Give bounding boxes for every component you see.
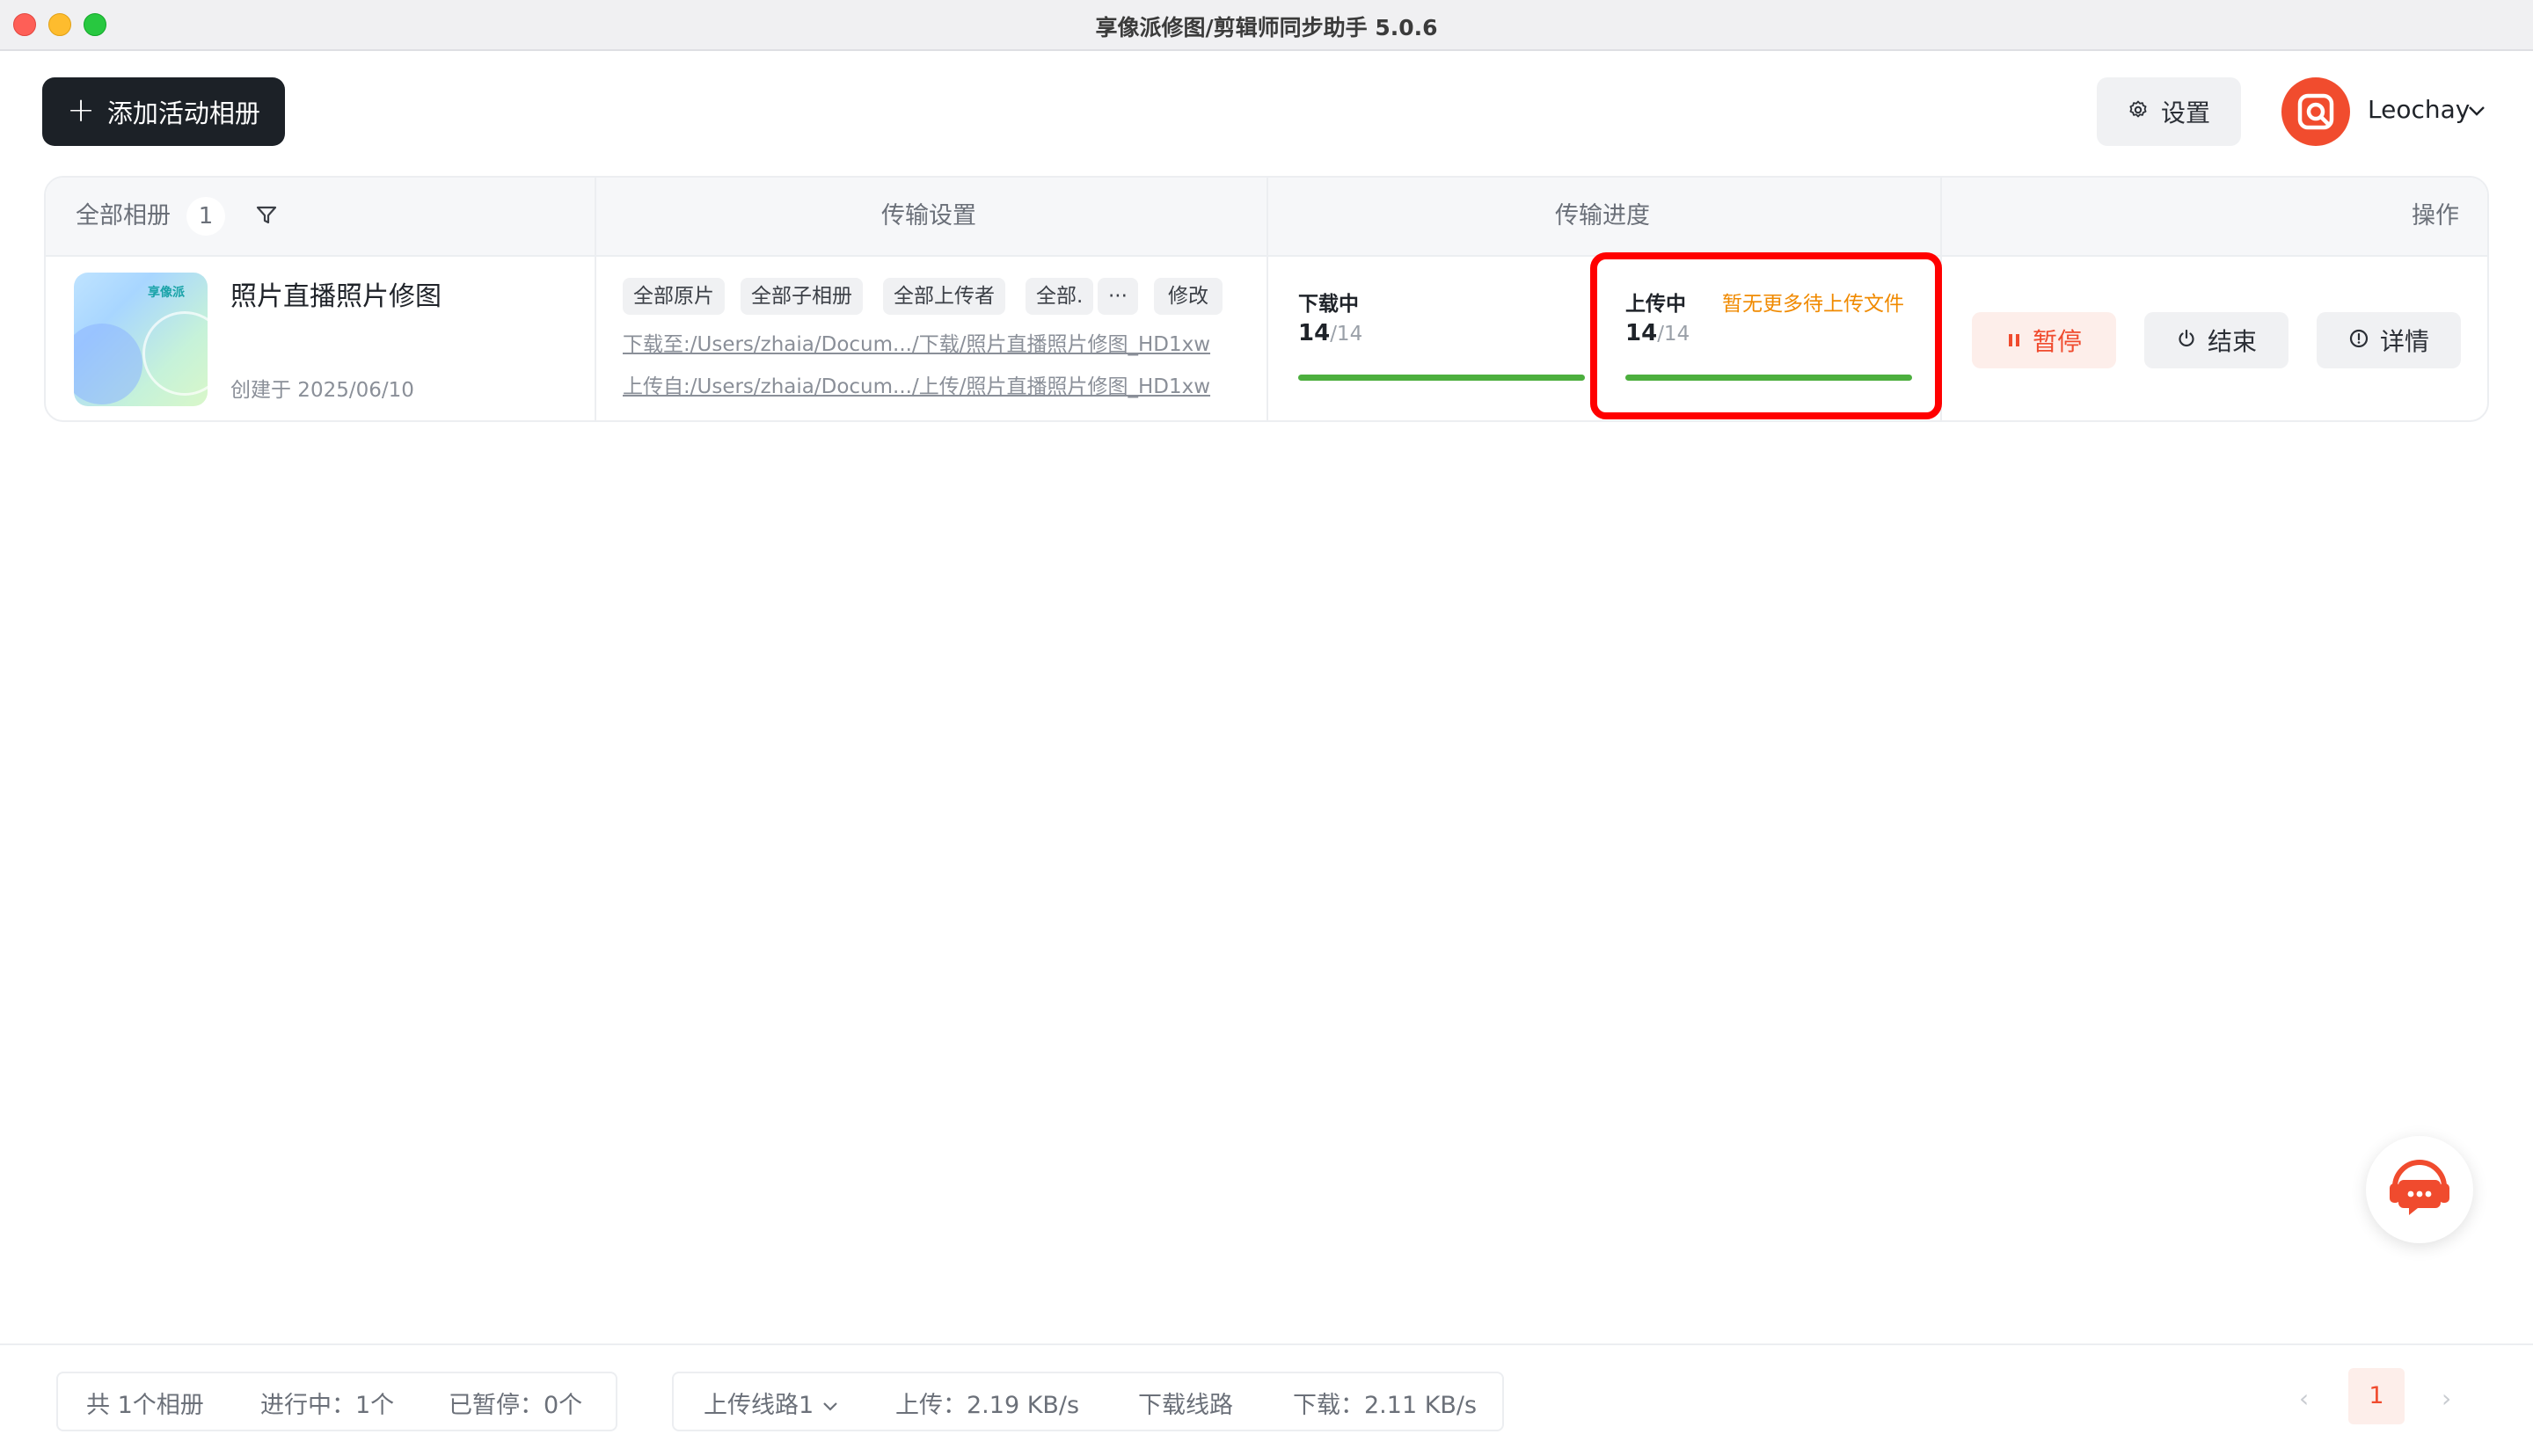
thumbnail-brand: 享像派: [148, 286, 185, 300]
settings-label: 设置: [2160, 98, 2210, 127]
download-progress-bar: [1298, 375, 1585, 381]
info-icon: [2348, 326, 2369, 355]
avatar[interactable]: [2281, 77, 2350, 146]
gear-icon: [2128, 98, 2149, 127]
total-albums: 共 1个相册: [86, 1392, 204, 1419]
download-route-select[interactable]: 下载线路: [1138, 1386, 1233, 1420]
tag-more[interactable]: ···: [1098, 278, 1138, 315]
download-speed: 下载：2.11 KB/s: [1293, 1392, 1478, 1419]
album-thumbnail[interactable]: 享像派: [74, 273, 208, 406]
support-chat-icon: [2386, 1157, 2453, 1222]
column-divider: [595, 178, 596, 420]
column-transfer-progress: 传输进度: [1555, 202, 1650, 229]
pause-button[interactable]: 暂停: [1972, 312, 2116, 368]
column-divider: [1940, 178, 1942, 420]
footer-divider: [0, 1343, 2533, 1345]
upload-progress-fill: [1625, 375, 1912, 381]
end-label: 结束: [2207, 327, 2257, 356]
edit-button[interactable]: 修改: [1154, 278, 1223, 315]
upload-progress-bar: [1625, 375, 1912, 381]
pause-icon: [2006, 326, 2022, 355]
username[interactable]: Leochay: [2368, 95, 2470, 124]
upload-note: 暂无更多待上传文件: [1722, 293, 1904, 316]
next-page-button[interactable]: ›: [2442, 1384, 2451, 1413]
support-chat-button[interactable]: [2366, 1136, 2473, 1243]
upload-route-label: 上传线路1: [704, 1392, 814, 1419]
download-status: 下载中: [1298, 293, 1359, 316]
upload-speed: 上传：2.19 KB/s: [895, 1392, 1080, 1419]
download-count: 14/14: [1298, 320, 1362, 346]
column-transfer-settings: 传输设置: [881, 202, 976, 229]
window-title: 享像派修图/剪辑师同步助手 5.0.6: [1095, 15, 1438, 40]
chevron-down-icon: [823, 1402, 837, 1411]
add-album-button[interactable]: + 添加活动相册: [42, 77, 285, 146]
chevron-down-icon[interactable]: [2468, 104, 2486, 120]
detail-button[interactable]: 详情: [2317, 312, 2461, 368]
upload-done: 14: [1625, 320, 1658, 346]
current-page[interactable]: 1: [2348, 1368, 2405, 1424]
tag-sub-albums: 全部子相册: [741, 278, 863, 315]
album-table: 全部相册 1 传输设置 传输进度 操作 享像派 照片直播照片修图 创建于 202…: [44, 176, 2489, 422]
detail-label: 详情: [2379, 327, 2429, 356]
download-done: 14: [1298, 320, 1331, 346]
pause-label: 暂停: [2032, 327, 2082, 356]
title-bar: 享像派修图/剪辑师同步助手 5.0.6: [0, 0, 2533, 51]
album-count-badge: 1: [186, 197, 225, 236]
filter-icon[interactable]: [255, 204, 278, 230]
upload-route-select[interactable]: 上传线路1: [704, 1386, 839, 1420]
in-progress-count: 进行中：1个: [260, 1392, 395, 1419]
download-path-link[interactable]: 下载至:/Users/zhaia/Docum.../下载/照片直播照片修图_HD…: [623, 327, 1274, 357]
upload-status: 上传中: [1625, 293, 1686, 316]
upload-path-link[interactable]: 上传自:/Users/zhaia/Docum.../上传/照片直播照片修图_HD…: [623, 369, 1274, 399]
prev-page-button[interactable]: ‹: [2299, 1384, 2309, 1413]
album-name[interactable]: 照片直播照片修图: [230, 274, 442, 313]
upload-total: /14: [1657, 323, 1690, 346]
tag-originals: 全部原片: [623, 278, 725, 315]
download-progress-fill: [1298, 375, 1585, 381]
column-all-albums[interactable]: 全部相册: [76, 178, 171, 255]
download-total: /14: [1330, 323, 1363, 346]
album-created-date: 创建于 2025/06/10: [230, 379, 414, 402]
upload-count: 14/14: [1625, 320, 1690, 346]
add-album-label: 添加活动相册: [106, 98, 260, 128]
tag-uploaders: 全部上传者: [883, 278, 1005, 315]
end-button[interactable]: 结束: [2144, 312, 2288, 368]
paused-count: 已暂停：0个: [449, 1392, 583, 1419]
power-icon: [2176, 326, 2197, 355]
tag-all-truncated: 全部.: [1026, 278, 1094, 315]
settings-button[interactable]: 设置: [2097, 77, 2241, 146]
column-actions: 操作: [2412, 202, 2459, 229]
brand-logo-icon: [2297, 93, 2334, 130]
plus-icon: +: [67, 91, 95, 129]
